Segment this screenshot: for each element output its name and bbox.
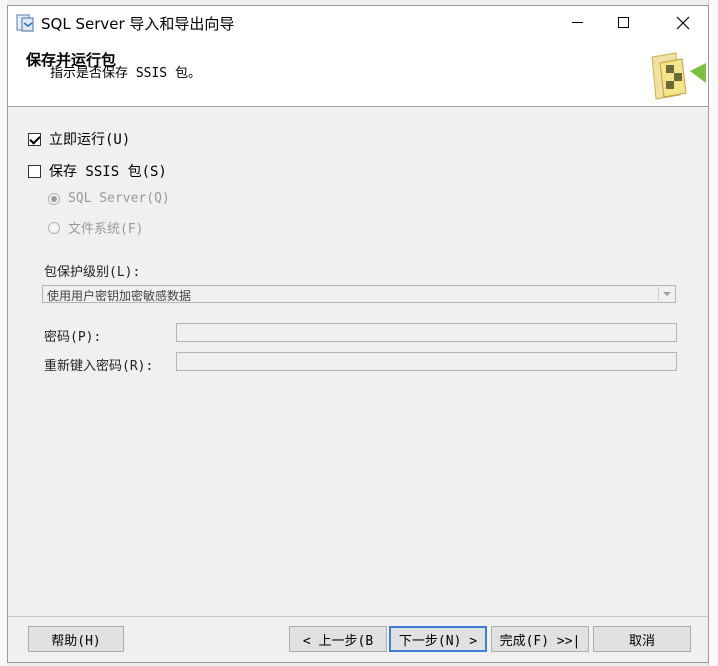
protection-level-select[interactable]: 使用用户密钥加密敏感数据: [42, 285, 676, 303]
page-description: 指示是否保存 SSIS 包。: [50, 66, 201, 81]
close-icon: [676, 16, 690, 29]
save-ssis-checkbox[interactable]: [28, 164, 41, 178]
finish-button[interactable]: 完成(F) >>|: [491, 626, 589, 652]
save-ssis-option[interactable]: 保存 SSIS 包(S): [28, 161, 167, 181]
dropdown-arrow-icon[interactable]: [658, 287, 674, 301]
retype-password-label: 重新键入密码(R):: [44, 359, 154, 374]
title-bar[interactable]: SQL Server 导入和导出向导: [8, 6, 708, 39]
cancel-button[interactable]: 取消: [593, 626, 691, 652]
wizard-banner-icon: [651, 52, 706, 100]
wizard-content: 立即运行(U) 保存 SSIS 包(S) SQL Server(Q) 文件系统(…: [8, 108, 708, 608]
file-system-radio[interactable]: [48, 221, 60, 234]
background-window-right: [708, 0, 718, 666]
password-label: 密码(P):: [44, 330, 102, 345]
help-button[interactable]: 帮助(H): [28, 626, 124, 652]
wizard-window: SQL Server 导入和导出向导 保存并运行包 指示是否保存 SSIS 包。…: [7, 5, 709, 663]
run-immediately-option[interactable]: 立即运行(U): [28, 129, 130, 149]
file-system-option[interactable]: 文件系统(F): [48, 218, 143, 237]
background-window-left: [0, 0, 7, 666]
wizard-app-icon: [16, 14, 34, 32]
sql-server-option[interactable]: SQL Server(Q): [48, 191, 170, 206]
save-ssis-label: 保存 SSIS 包(S): [49, 164, 167, 180]
run-immediately-label: 立即运行(U): [49, 132, 131, 148]
protection-level-value: 使用用户密钥加密敏感数据: [47, 289, 192, 303]
sql-server-radio[interactable]: [48, 192, 60, 205]
protection-level-label: 包保护级别(L):: [44, 265, 141, 280]
maximize-icon: [617, 17, 629, 28]
window-title: SQL Server 导入和导出向导: [41, 15, 235, 33]
back-button[interactable]: < 上一步(B: [289, 626, 387, 652]
maximize-button[interactable]: [600, 6, 646, 39]
footer-divider: [8, 616, 708, 617]
next-button[interactable]: 下一步(N) >: [389, 626, 487, 652]
retype-password-input[interactable]: [176, 352, 677, 371]
close-button[interactable]: [660, 6, 706, 39]
run-immediately-checkbox[interactable]: [28, 132, 41, 146]
password-input[interactable]: [176, 323, 677, 342]
minimize-button[interactable]: [554, 6, 600, 39]
minimize-icon: [571, 22, 583, 23]
file-system-label: 文件系统(F): [68, 222, 144, 237]
wizard-header: 保存并运行包 指示是否保存 SSIS 包。: [8, 39, 708, 107]
sql-server-label: SQL Server(Q): [68, 191, 170, 206]
